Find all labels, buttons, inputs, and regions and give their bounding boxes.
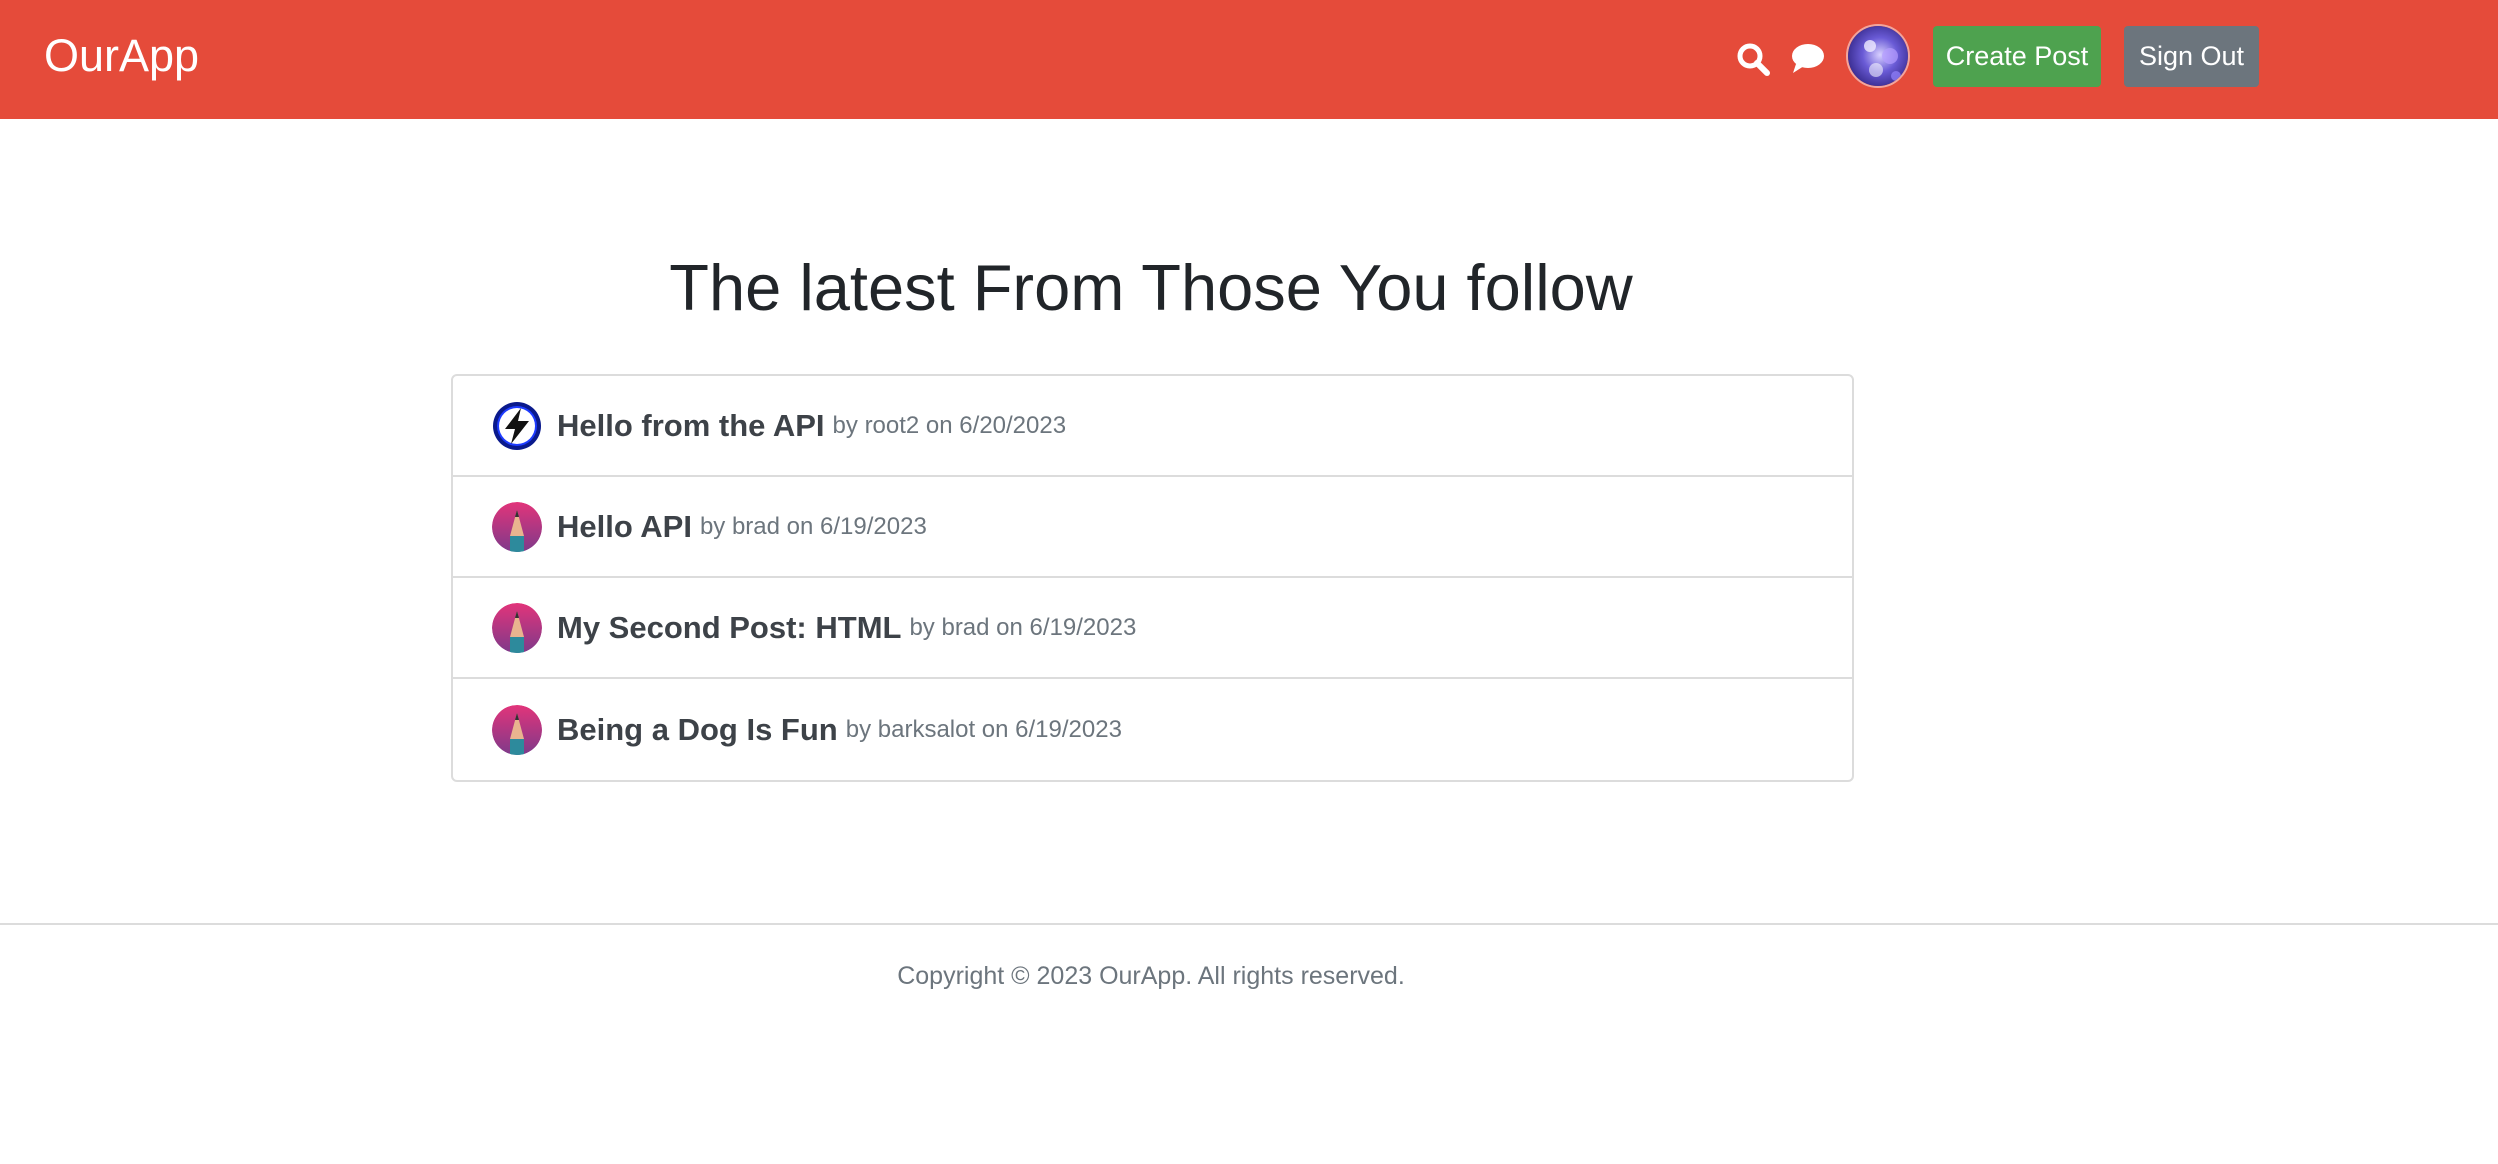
post-title: My Second Post: HTML <box>557 609 902 645</box>
post-meta: by brad on 6/19/2023 <box>909 613 1137 641</box>
search-icon[interactable] <box>1736 42 1770 76</box>
post-meta: by barksalot on 6/19/2023 <box>845 715 1122 743</box>
list-item[interactable]: My Second Post: HTML by brad on 6/19/202… <box>453 578 1852 679</box>
list-item[interactable]: Hello from the API by root2 on 6/20/2023 <box>453 376 1852 477</box>
list-item[interactable]: Being a Dog Is Fun by barksalot on 6/19/… <box>453 679 1852 780</box>
footer-divider <box>0 923 2498 925</box>
pencil-avatar <box>492 704 542 755</box>
page-title: The latest From Those You follow <box>669 251 1633 324</box>
post-title: Hello API <box>557 508 692 544</box>
post-meta: by root2 on 6/20/2023 <box>832 411 1067 439</box>
pencil-avatar <box>492 501 542 552</box>
list-item[interactable]: Hello API by brad on 6/19/2023 <box>453 477 1852 578</box>
user-avatar[interactable] <box>1846 24 1910 88</box>
chat-icon[interactable] <box>1790 42 1826 74</box>
post-list: Hello from the API by root2 on 6/20/2023… <box>451 374 1854 782</box>
post-title: Being a Dog Is Fun <box>557 711 838 747</box>
post-meta: by brad on 6/19/2023 <box>699 512 927 540</box>
create-post-button[interactable]: Create Post <box>1933 26 2101 87</box>
post-title: Hello from the API <box>557 407 825 443</box>
navbar: OurApp Create Post Sign Out <box>0 0 2498 119</box>
sign-out-button[interactable]: Sign Out <box>2124 26 2259 87</box>
lightning-avatar <box>492 401 542 451</box>
pencil-avatar <box>492 602 542 653</box>
footer-copyright: Copyright © 2023 OurApp. All rights rese… <box>897 962 1405 990</box>
brand-logo-link[interactable]: OurApp <box>44 30 199 82</box>
